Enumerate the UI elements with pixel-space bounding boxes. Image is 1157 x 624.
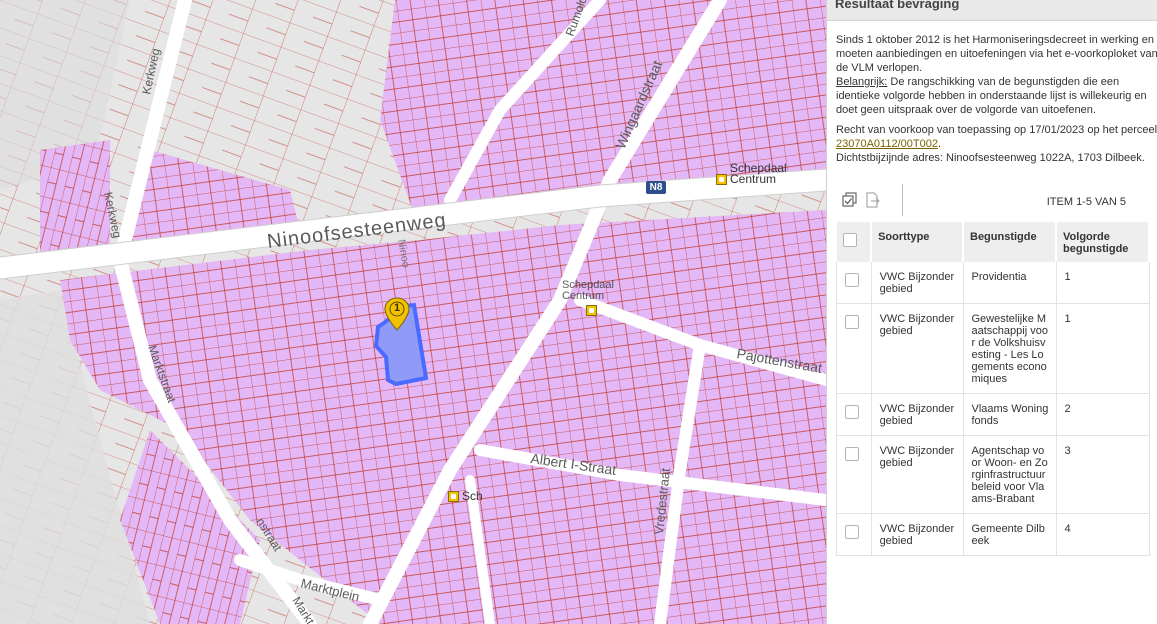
poi-schepdaal-bottom[interactable]: Sch	[448, 489, 483, 503]
row-checkbox[interactable]	[845, 315, 859, 329]
result-panel: Resultaat bevraging Sinds 1 oktober 2012…	[826, 0, 1157, 624]
cell-soorttype: VWC Bijzonder gebied	[871, 513, 964, 556]
item-count: ITEM 1-5 VAN 5	[1046, 196, 1126, 208]
bus-stop-icon[interactable]	[586, 305, 597, 316]
important-label: Belangrijk:	[836, 76, 888, 88]
header-begunstigde[interactable]: Begunstigde	[963, 222, 1058, 262]
parcel-line: 23070A0112/00T002.	[836, 138, 942, 150]
row-checkbox-cell	[836, 393, 872, 436]
table-toolbar: ITEM 1-5 VAN 5	[836, 184, 1148, 218]
row-checkbox[interactable]	[845, 525, 859, 539]
poi-label-line2: Centrum	[730, 171, 777, 186]
poi-schepdaal-centrum-top[interactable]: Schepdaal Centrum	[716, 162, 787, 185]
cell-volgorde: 1	[1056, 303, 1150, 394]
header-checkbox-cell	[836, 222, 873, 262]
cell-begunstigde: Gewestelijke Maatschappij voor de Volksh…	[963, 303, 1057, 394]
cell-volgorde: 2	[1056, 393, 1150, 436]
row-checkbox[interactable]	[845, 405, 859, 419]
marker-number: 1	[393, 302, 401, 314]
bus-stop-icon	[716, 174, 727, 185]
results-table: Soorttype Begunstigde Volgorde begunstig…	[836, 222, 1150, 556]
toolbar-divider	[902, 184, 903, 216]
row-checkbox-cell	[836, 303, 872, 394]
panel-title: Resultaat bevraging	[827, 0, 1157, 21]
cell-volgorde: 3	[1056, 435, 1150, 514]
important-note: Belangrijk: De rangschikking van de begu…	[836, 75, 1157, 117]
route-badge-n8: N8	[646, 181, 666, 194]
row-checkbox[interactable]	[845, 447, 859, 461]
table-row[interactable]: VWC Bijzonder gebied Providentia 1	[836, 262, 1150, 304]
cell-begunstigde: Gemeente Dilbeek	[963, 513, 1057, 556]
cell-begunstigde: Vlaams Woningfonds	[963, 393, 1057, 436]
cell-soorttype: VWC Bijzonder gebied	[871, 393, 964, 436]
table-row[interactable]: VWC Bijzonder gebied Agentschap voor Woo…	[836, 435, 1150, 514]
row-checkbox-cell	[836, 435, 872, 514]
export-icon[interactable]	[864, 192, 880, 208]
table-row[interactable]: VWC Bijzonder gebied Vlaams Woningfonds …	[836, 393, 1150, 436]
poi-label: Sch	[462, 489, 483, 503]
bus-stop-icon	[448, 491, 459, 502]
map-canvas[interactable]: Ninoofsesteenweg Kerkweg Kerkweg Marktst…	[0, 0, 826, 624]
map-view[interactable]: Ninoofsesteenweg Kerkweg Kerkweg Marktst…	[0, 0, 826, 624]
cell-begunstigde: Agentschap voor Woon- en Zorginfrastruct…	[963, 435, 1057, 514]
row-checkbox[interactable]	[845, 273, 859, 287]
cell-volgorde: 1	[1056, 262, 1150, 304]
header-volgorde[interactable]: Volgorde begunstigde	[1056, 222, 1150, 262]
cell-soorttype: VWC Bijzonder gebied	[871, 435, 964, 514]
address-text: Dichtstbijzijnde adres: Ninoofsesteenweg…	[836, 152, 1145, 164]
cell-soorttype: VWC Bijzonder gebied	[871, 303, 964, 394]
result-marker[interactable]: 1	[384, 297, 410, 331]
table-row[interactable]: VWC Bijzonder gebied Gewestelijke Maatsc…	[836, 303, 1150, 394]
table-row[interactable]: VWC Bijzonder gebied Gemeente Dilbeek 4	[836, 513, 1150, 556]
cell-soorttype: VWC Bijzonder gebied	[871, 262, 964, 304]
cell-begunstigde: Providentia	[963, 262, 1057, 304]
row-checkbox-cell	[836, 262, 872, 304]
header-soorttype[interactable]: Soorttype	[871, 222, 964, 262]
select-all-icon[interactable]	[842, 192, 858, 208]
poi-label-line2: Centrum	[562, 290, 605, 302]
cell-volgorde: 4	[1056, 513, 1150, 556]
table-header-row: Soorttype Begunstigde Volgorde begunstig…	[836, 222, 1150, 262]
intro-text: Sinds 1 oktober 2012 is het Harmoniserin…	[836, 34, 1157, 74]
select-all-checkbox[interactable]	[842, 233, 857, 247]
right-text: Recht van voorkoop van toepassing op 17/…	[836, 124, 1157, 136]
poi-schepdaal-centrum-mid[interactable]: Schepdaal Centrum	[562, 280, 614, 302]
parcel-link[interactable]: 23070A0112/00T002	[836, 138, 938, 150]
row-checkbox-cell	[836, 513, 872, 556]
